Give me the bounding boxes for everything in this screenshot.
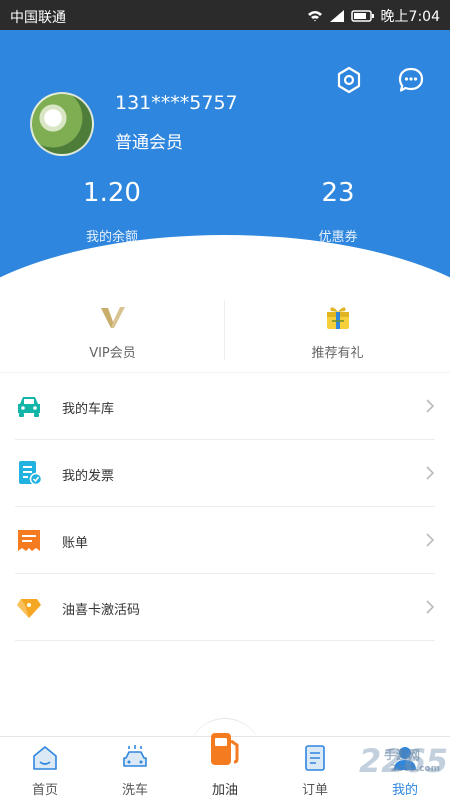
chevron-right-icon — [426, 466, 435, 480]
menu-item-bill[interactable]: 账单 — [0, 508, 450, 574]
signal-icon — [329, 10, 344, 22]
chevron-right-icon — [426, 600, 435, 614]
wifi-icon — [307, 11, 322, 22]
avatar[interactable] — [30, 92, 94, 156]
referral-reward-label: 推荐有礼 — [311, 346, 364, 361]
referral-reward-button[interactable]: 推荐有礼 — [225, 290, 450, 370]
watermark-name: 手游网 — [384, 748, 421, 762]
menu-item-garage[interactable]: 我的车库 — [0, 374, 450, 440]
invoice-icon — [19, 461, 43, 486]
clock: 晚上7:04 — [380, 9, 440, 25]
watermark: 2265 手游网 2265.com — [359, 742, 448, 780]
carrier-label: 中国联通 — [10, 10, 66, 26]
tab-label: 我的 — [391, 783, 418, 798]
bill-icon — [18, 530, 40, 551]
tab-label: 订单 — [301, 783, 328, 798]
tab-refuel[interactable]: 加油 — [180, 733, 270, 801]
car-icon — [18, 397, 40, 417]
balance-value[interactable]: 1.20 — [32, 178, 192, 208]
gift-icon — [327, 307, 349, 329]
balance-label: 我的余额 — [85, 230, 138, 245]
menu-item-activation-code[interactable]: 油喜卡激活码 — [0, 575, 450, 641]
menu-item-label: 账单 — [62, 536, 89, 551]
fuel-pump-icon — [211, 733, 239, 765]
quick-divider — [224, 300, 225, 360]
chevron-right-icon — [426, 399, 435, 413]
tab-orders[interactable]: 订单 — [270, 737, 360, 801]
member-level: 普通会员 — [115, 133, 183, 153]
row-divider — [15, 573, 435, 574]
menu-item-label: 我的车库 — [62, 402, 115, 417]
coupon-value[interactable]: 23 — [258, 178, 418, 208]
menu-item-label: 油喜卡激活码 — [62, 603, 141, 618]
order-icon — [305, 745, 325, 771]
tab-car-wash[interactable]: 洗车 — [90, 737, 180, 801]
tab-label: 加油 — [211, 783, 238, 798]
section-divider — [0, 372, 450, 373]
tab-label: 洗车 — [121, 783, 148, 798]
menu-item-label: 我的发票 — [62, 469, 115, 484]
tab-label: 首页 — [31, 783, 58, 798]
menu-item-invoice[interactable]: 我的发票 — [0, 441, 450, 507]
status-bar: 中国联通 晚上7:04 — [0, 0, 450, 30]
home-icon — [33, 746, 57, 770]
row-divider — [15, 640, 435, 641]
chat-icon[interactable] — [397, 66, 425, 94]
vip-member-button[interactable]: VIP会员 — [0, 290, 225, 370]
coupon-label: 优惠券 — [318, 230, 358, 245]
vip-icon — [101, 307, 125, 328]
row-divider — [15, 439, 435, 440]
chevron-right-icon — [426, 533, 435, 547]
user-phone: 131****5757 — [115, 92, 238, 114]
watermark-domain: 2265.com — [390, 764, 440, 774]
car-wash-icon — [123, 745, 147, 767]
row-divider — [15, 506, 435, 507]
gear-icon[interactable] — [335, 66, 363, 94]
quick-actions: VIP会员 推荐有礼 — [0, 290, 450, 370]
tab-home[interactable]: 首页 — [0, 737, 90, 801]
battery-icon — [350, 10, 374, 22]
activation-code-icon — [17, 599, 41, 618]
vip-member-label: VIP会员 — [89, 346, 136, 361]
